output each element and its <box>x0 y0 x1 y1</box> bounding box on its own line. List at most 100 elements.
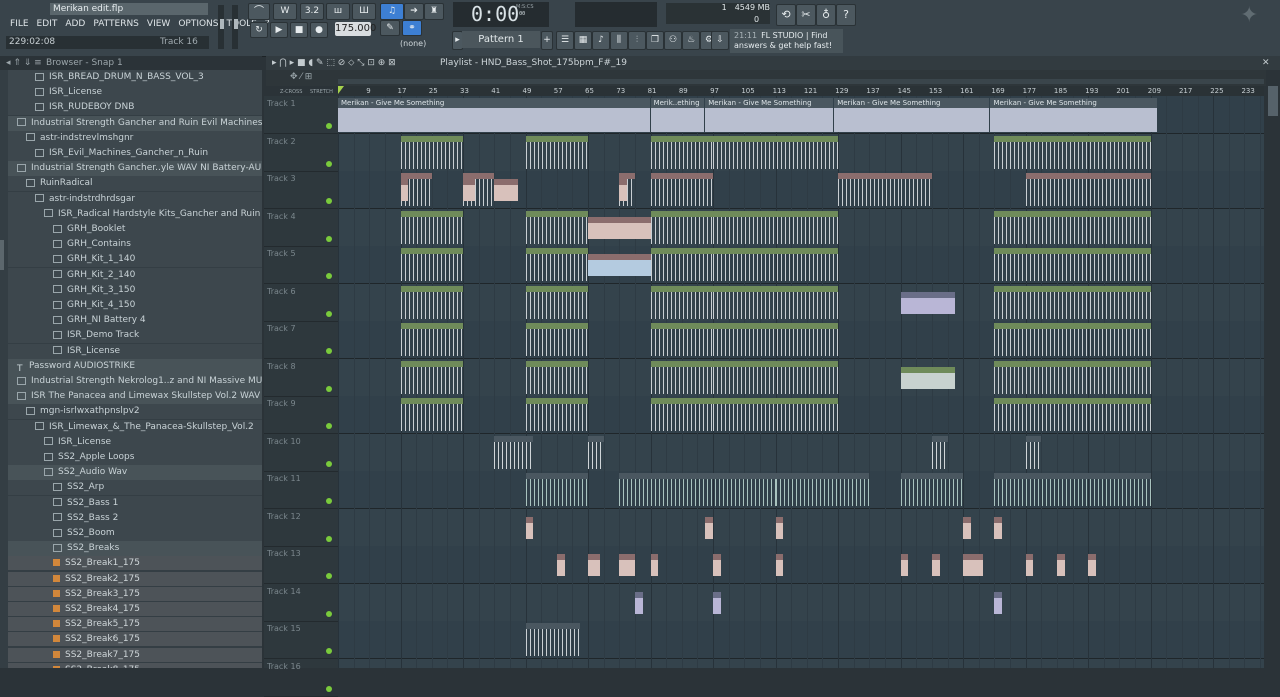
browser-item[interactable]: SS2_Arp <box>8 480 262 496</box>
master-audio-clip[interactable]: Merik..ething <box>650 98 705 132</box>
track-header[interactable]: Track 11 <box>264 471 338 509</box>
track-enable-led[interactable] <box>326 348 332 354</box>
browser-item[interactable]: SS2_Boom <box>8 526 262 541</box>
vertical-scroll-thumb[interactable] <box>1268 86 1278 116</box>
pattern-clip[interactable] <box>931 435 948 469</box>
song-start-marker[interactable] <box>338 86 344 94</box>
track-enable-led[interactable] <box>326 573 332 579</box>
help-icon[interactable]: ? <box>836 4 856 26</box>
playlist-grid[interactable]: Merikan - Give Me Something Merik..ething… <box>338 96 1264 668</box>
browser-item[interactable]: GRH_Kit_4_150 <box>8 298 262 313</box>
track-header[interactable]: Track 13 <box>264 546 338 584</box>
track-enable-led[interactable] <box>326 273 332 279</box>
browser-item[interactable]: ISR_Limewax_&_The_Panacea-Skullstep_Vol.… <box>8 419 262 435</box>
track-enable-led[interactable] <box>326 235 332 242</box>
pattern-clip[interactable] <box>525 473 589 506</box>
track-lane[interactable] <box>338 508 1264 547</box>
pattern-clip[interactable] <box>400 398 463 431</box>
pattern-selector[interactable]: Pattern 1 <box>462 31 540 48</box>
metronome-icon[interactable]: W <box>273 3 297 20</box>
mixer-sliders-icon[interactable]: ⫶ <box>628 31 646 50</box>
track-header[interactable]: Track 8 <box>264 359 338 397</box>
pattern-clip[interactable] <box>525 623 581 656</box>
record-button[interactable]: ● <box>310 22 328 38</box>
browser-item[interactable]: GRH_NI Battery 4 <box>8 313 262 329</box>
master-audio-clip[interactable]: Merikan - Give Me Something <box>834 98 990 132</box>
master-audio-clip[interactable]: Merikan - Give Me Something <box>990 98 1158 132</box>
browser-item[interactable]: SS2_Audio Wav <box>8 465 262 481</box>
audio-clip[interactable] <box>619 179 628 201</box>
link-icon[interactable]: ⚭ <box>402 20 422 36</box>
pattern-clip[interactable] <box>400 248 463 281</box>
track-header[interactable]: Track 15 <box>264 621 338 659</box>
menu-item[interactable]: VIEW <box>143 18 174 31</box>
browser-sample[interactable]: SS2_Break3_175 <box>8 586 262 601</box>
pattern-clip[interactable] <box>525 285 589 319</box>
track-lane[interactable] <box>338 658 1264 668</box>
playlist-tools[interactable]: ▸ ⋂ ▸ ■ ◖ ✎ ⬚ ⊘ ⬦ ⤡ ⊡ ⊕ ⊠ <box>272 56 396 70</box>
browser-item[interactable]: T Password AUDIOSTRIKE <box>8 358 262 374</box>
pattern-clip[interactable] <box>650 360 714 394</box>
track-lane[interactable] <box>338 433 1264 472</box>
pattern-clip[interactable] <box>994 323 1151 356</box>
piano-keys-icon[interactable]: ♫ <box>380 3 404 20</box>
track-enable-led[interactable] <box>326 610 332 617</box>
track-enable-led[interactable] <box>326 198 332 204</box>
track-header[interactable]: Track 14 <box>264 584 338 622</box>
audio-clip[interactable] <box>900 366 956 389</box>
audio-clip[interactable] <box>775 516 784 539</box>
browser-item[interactable]: Industrial Strength Gancher and Ruin Evi… <box>8 115 262 131</box>
master-audio-clip[interactable]: Merikan - Give Me Something <box>705 98 834 132</box>
audio-clip[interactable] <box>634 591 643 614</box>
track-enable-led[interactable] <box>326 310 332 317</box>
cut-icon[interactable]: ✂ <box>796 4 816 26</box>
master-pitch-knob[interactable] <box>234 19 238 29</box>
audio-clip[interactable] <box>963 554 983 576</box>
pattern-clip[interactable] <box>994 210 1151 244</box>
pattern-clip[interactable] <box>400 210 463 244</box>
audio-clip[interactable] <box>650 554 659 576</box>
pattern-clip[interactable] <box>650 210 714 244</box>
pattern-clip[interactable] <box>838 173 901 206</box>
snap-value[interactable]: 3.2 <box>300 3 324 20</box>
typing-keyboard-icon[interactable]: ш <box>326 3 350 20</box>
browser-sample[interactable]: SS2_Break4_175 <box>8 602 262 616</box>
channel-rack-icon[interactable]: ▦ <box>574 31 592 50</box>
audio-clip[interactable] <box>525 516 534 539</box>
timeline-ruler[interactable]: 9 17 25 33 41 49 57 65 73 81 89 97 105 113 121 129 137 14… <box>338 86 1280 96</box>
pattern-clip[interactable] <box>400 285 463 319</box>
track-enable-led[interactable] <box>326 123 332 129</box>
pattern-clip[interactable] <box>1025 173 1151 206</box>
tempo-tapper-icon[interactable]: ♨ <box>682 31 700 50</box>
pattern-clip[interactable] <box>400 323 463 356</box>
track-header[interactable]: Track 2 <box>264 134 338 172</box>
pattern-clip[interactable] <box>994 473 1151 506</box>
stop-button[interactable]: ■ <box>290 22 308 38</box>
pattern-clip[interactable] <box>650 473 776 506</box>
browser-item[interactable]: ISR_License <box>8 85 262 101</box>
browser-scrollbar[interactable] <box>0 240 4 270</box>
play-button[interactable]: ▶ <box>270 22 288 38</box>
pattern-add-icon[interactable]: + <box>541 31 553 50</box>
pattern-clip[interactable] <box>900 173 932 206</box>
audio-clip[interactable] <box>494 179 518 201</box>
pattern-clip[interactable] <box>713 248 839 281</box>
audio-clip[interactable] <box>713 554 721 576</box>
browser-item[interactable]: mgn-isrlwxathpnslpv2 <box>8 404 262 420</box>
pattern-clip[interactable] <box>994 398 1151 431</box>
master-volume-knob[interactable] <box>220 19 224 29</box>
arrow-right-icon[interactable]: ➔ <box>404 3 424 20</box>
pattern-clip[interactable] <box>775 473 870 506</box>
pattern-clip[interactable] <box>994 360 1151 394</box>
pattern-clip[interactable] <box>588 435 604 469</box>
pattern-clip[interactable] <box>650 323 714 356</box>
audio-clip[interactable] <box>588 554 600 576</box>
track-lane[interactable] <box>338 621 1264 659</box>
pattern-clip[interactable] <box>494 435 534 469</box>
master-audio-clip[interactable]: Merikan - Give Me Something <box>338 98 650 132</box>
audio-clip[interactable] <box>713 591 721 614</box>
track-enable-led[interactable] <box>326 160 332 167</box>
audio-clip[interactable] <box>994 591 1003 614</box>
track-enable-led[interactable] <box>326 685 332 692</box>
horizontal-scrollbar[interactable] <box>338 79 1264 84</box>
